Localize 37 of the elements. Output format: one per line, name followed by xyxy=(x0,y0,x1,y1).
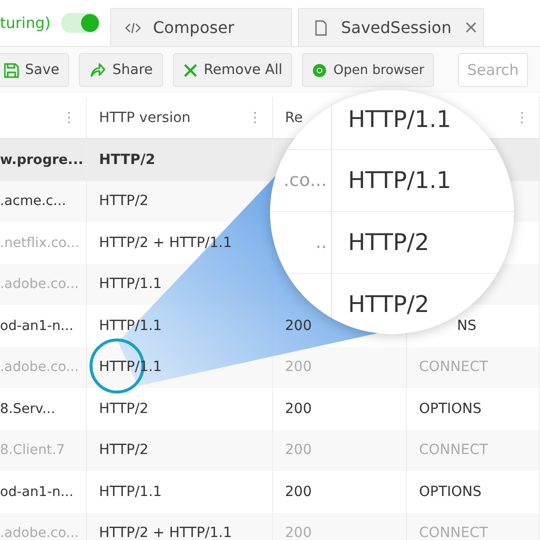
search-field[interactable]: Search xyxy=(458,53,528,87)
capture-toggle[interactable] xyxy=(60,13,99,33)
table-cell: HTTP/2 + HTTP/1.1 xyxy=(87,512,273,540)
toolbar-button[interactable]: Save xyxy=(0,53,70,87)
table-cell: HTTP/2 xyxy=(87,139,273,180)
toolbar-button[interactable]: Open browser xyxy=(302,53,434,87)
table-cell: 200 xyxy=(273,430,407,471)
save-icon xyxy=(4,62,19,78)
column-title: Re xyxy=(285,110,303,126)
column-title: HTTP version xyxy=(99,110,191,126)
table-cell: CONNECT xyxy=(407,512,540,540)
table-cell: CONNECT xyxy=(407,430,540,471)
toolbar-button[interactable]: Remove All xyxy=(172,53,292,87)
table-cell: w.progre... xyxy=(0,139,87,180)
tab[interactable]: SavedSession × xyxy=(298,8,484,46)
tab[interactable]: Composer xyxy=(110,8,292,46)
magnified-cell: .. xyxy=(316,232,327,253)
table-cell: 200 xyxy=(273,512,407,540)
magnified-cell: HTTP/1.1 xyxy=(348,168,452,194)
table-cell: .adobe.co... xyxy=(0,512,87,540)
share-icon xyxy=(89,62,106,78)
close-icon xyxy=(182,62,198,78)
table-cell: 8.Client.7 xyxy=(0,430,87,471)
table-cell: .adobe.co... xyxy=(0,264,87,305)
browser-icon xyxy=(312,62,328,78)
close-icon[interactable]: × xyxy=(463,17,479,38)
table-cell: HTTP/2 xyxy=(87,430,273,471)
magnified-cell: HTTP/2 xyxy=(348,230,430,256)
magnified-cell: HTTP/1.1 xyxy=(348,106,452,132)
capture-label: turing) xyxy=(0,14,51,32)
table-cell: .acme.c... xyxy=(0,180,87,222)
toolbar-button[interactable]: Share xyxy=(79,53,163,87)
table-cell: .adobe.co... xyxy=(0,346,87,388)
file-icon xyxy=(313,18,329,36)
table-cell: CONNECT xyxy=(407,346,540,388)
table-cell: 200 xyxy=(273,346,407,388)
magnified-cell: .co... xyxy=(284,170,327,191)
